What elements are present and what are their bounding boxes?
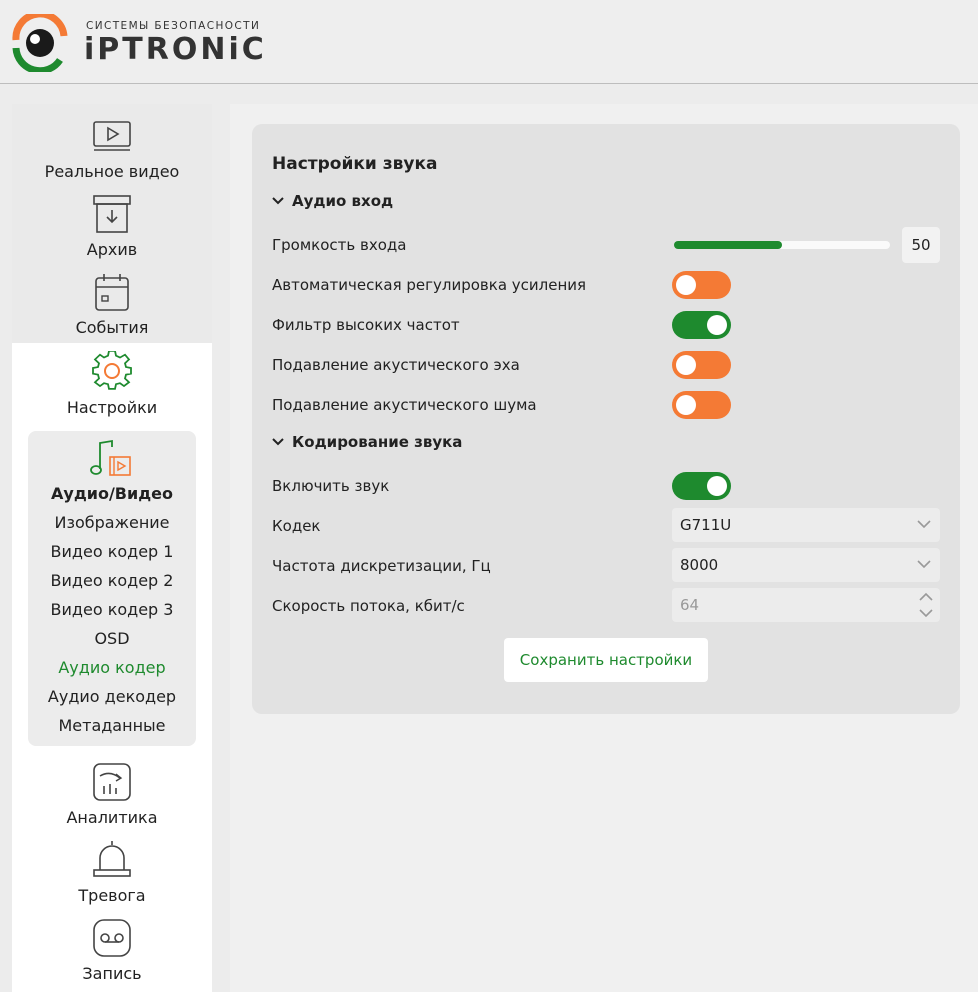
sidebar-item-label: Настройки	[66, 398, 158, 417]
noise-label: Подавление акустического шума	[272, 396, 537, 414]
section-title: Кодирование звука	[292, 433, 463, 451]
samplerate-value: 8000	[680, 556, 719, 574]
submenu-item-video-encoder-1[interactable]: Видео кодер 1	[28, 542, 196, 561]
enable-audio-label: Включить звук	[272, 477, 390, 495]
sidebar-item-live-video[interactable]: Реальное видео	[12, 104, 212, 182]
samplerate-label: Частота дискретизации, Гц	[272, 557, 491, 575]
submenu-item-metadata[interactable]: Метаданные	[28, 716, 196, 735]
agc-toggle[interactable]	[672, 271, 731, 299]
audio-settings-panel: Настройки звука Аудио вход Громкость вхо…	[252, 124, 960, 714]
submenu-item-image[interactable]: Изображение	[28, 513, 196, 532]
alarm-icon	[93, 841, 131, 877]
sidebar-item-label: Архив	[86, 240, 138, 259]
chevron-down-icon	[272, 195, 292, 209]
toggle-knob	[707, 315, 727, 335]
chevron-down-icon	[272, 436, 292, 450]
submenu-item-osd[interactable]: OSD	[28, 629, 196, 648]
record-icon	[93, 919, 131, 957]
submenu-title: Аудио/Видео	[51, 484, 173, 503]
hpf-toggle[interactable]	[672, 311, 731, 339]
submenu-item-audio-decoder[interactable]: Аудио декодер	[28, 687, 196, 706]
sidebar-item-label: События	[75, 318, 149, 337]
sidebar: Реальное видео Архив События Настройки А…	[12, 104, 212, 992]
submenu-item-video-encoder-3[interactable]: Видео кодер 3	[28, 600, 196, 619]
noise-toggle[interactable]	[672, 391, 731, 419]
sidebar-item-label: Аналитика	[66, 808, 158, 827]
bitrate-input[interactable]: 64	[672, 588, 940, 622]
toggle-knob	[676, 355, 696, 375]
codec-value: G711U	[680, 516, 732, 534]
agc-label: Автоматическая регулировка усиления	[272, 276, 587, 294]
section-title: Аудио вход	[292, 192, 394, 210]
chevron-down-icon	[917, 560, 931, 569]
toggle-knob	[676, 275, 696, 295]
bitrate-label: Скорость потока, кбит/с	[272, 597, 465, 615]
bitrate-value: 64	[680, 596, 700, 614]
play-video-icon	[93, 121, 131, 151]
sidebar-item-label: Реальное видео	[44, 162, 180, 181]
toggle-knob	[676, 395, 696, 415]
sidebar-item-record[interactable]: Запись	[12, 906, 212, 984]
hpf-label: Фильтр высоких частот	[272, 316, 460, 334]
gear-icon	[92, 351, 132, 390]
calendar-icon	[95, 274, 129, 311]
echo-toggle[interactable]	[672, 351, 731, 379]
sidebar-item-alarm[interactable]: Тревога	[12, 828, 212, 906]
iptronic-logo	[12, 14, 68, 72]
section-audio-encoding[interactable]: Кодирование звука	[272, 433, 462, 451]
brand-name: iPTRONiC	[84, 32, 267, 67]
volume-slider-fill	[674, 241, 782, 249]
chevron-down-icon	[917, 520, 931, 529]
toggle-knob	[707, 476, 727, 496]
volume-value[interactable]: 50	[902, 227, 940, 263]
analytics-icon	[93, 763, 131, 801]
submenu-item-video-encoder-2[interactable]: Видео кодер 2	[28, 571, 196, 590]
section-audio-input[interactable]: Аудио вход	[272, 192, 393, 210]
settings-submenu: Аудио/Видео Изображение Видео кодер 1 Ви…	[28, 431, 196, 746]
volume-label: Громкость входа	[272, 236, 407, 254]
app-header: СИСТЕМЫ БЕЗОПАСНОСТИ iPTRONiC	[0, 0, 978, 84]
sidebar-item-analytics[interactable]: Аналитика	[12, 750, 212, 828]
codec-select[interactable]: G711U	[672, 508, 940, 542]
echo-label: Подавление акустического эха	[272, 356, 520, 374]
samplerate-select[interactable]: 8000	[672, 548, 940, 582]
sidebar-item-archive[interactable]: Архив	[12, 182, 212, 260]
enable-audio-toggle[interactable]	[672, 472, 731, 500]
brand-subtitle: СИСТЕМЫ БЕЗОПАСНОСТИ	[86, 20, 261, 32]
sidebar-item-label: Тревога	[78, 886, 146, 905]
volume-slider[interactable]	[674, 241, 890, 249]
panel-title: Настройки звука	[272, 154, 438, 174]
audio-video-icon	[90, 439, 131, 476]
sidebar-item-label: Запись	[82, 964, 142, 983]
spinner-arrows-icon	[919, 592, 933, 618]
submenu-item-audio-encoder[interactable]: Аудио кодер	[28, 658, 196, 677]
archive-icon	[93, 195, 131, 233]
save-settings-button[interactable]: Сохранить настройки	[504, 638, 708, 682]
sidebar-item-events[interactable]: События	[12, 260, 212, 338]
codec-label: Кодек	[272, 517, 321, 535]
sidebar-item-settings[interactable]: Настройки	[12, 343, 212, 421]
